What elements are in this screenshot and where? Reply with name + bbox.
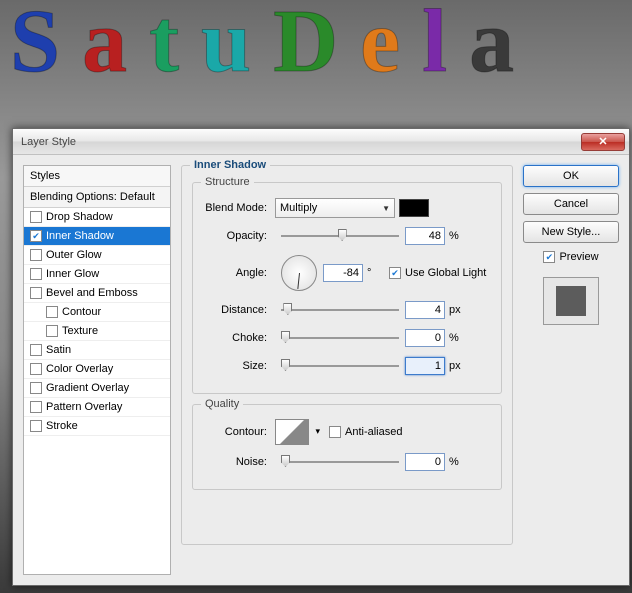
size-input[interactable] [405,357,445,375]
distance-slider[interactable] [275,300,405,320]
global-light-label: Use Global Light [405,267,486,279]
distance-label: Distance: [203,304,275,316]
shadow-color-swatch[interactable] [399,199,429,217]
angle-input[interactable] [323,264,363,282]
style-item-texture[interactable]: Texture [24,322,170,341]
angle-label: Angle: [203,267,275,279]
styles-list: Styles Blending Options: Default Drop Sh… [23,165,171,575]
settings-panel: Inner Shadow Structure Blend Mode: Multi… [181,165,513,575]
bg-letter: e [360,0,400,93]
style-label: Drop Shadow [46,211,113,223]
style-item-inner-shadow[interactable]: ✔ Inner Shadow [24,227,170,246]
anti-aliased-label: Anti-aliased [345,426,402,438]
style-checkbox[interactable] [30,344,42,356]
style-label: Pattern Overlay [46,401,122,413]
bg-letter: l [422,0,447,93]
style-checkbox[interactable] [30,382,42,394]
style-checkbox[interactable]: ✔ [30,230,42,242]
blending-options-header[interactable]: Blending Options: Default [24,187,170,208]
style-checkbox[interactable] [46,306,58,318]
cancel-button[interactable]: Cancel [523,193,619,215]
style-label: Outer Glow [46,249,102,261]
style-label: Gradient Overlay [46,382,129,394]
structure-title: Structure [201,176,254,188]
style-checkbox[interactable] [30,211,42,223]
style-checkbox[interactable] [30,420,42,432]
style-item-contour[interactable]: Contour [24,303,170,322]
style-label: Inner Glow [46,268,99,280]
background-3d-text: SatuDela [0,0,632,93]
style-checkbox[interactable] [46,325,58,337]
preview-swatch [543,277,599,325]
distance-input[interactable] [405,301,445,319]
bg-letter: S [10,0,60,93]
bg-letter: a [469,0,514,93]
style-checkbox[interactable] [30,401,42,413]
size-slider[interactable] [275,356,405,376]
style-label: Color Overlay [46,363,113,375]
style-item-stroke[interactable]: Stroke [24,417,170,436]
contour-label: Contour: [203,426,275,438]
global-light-checkbox[interactable]: ✔ [389,267,401,279]
blend-mode-label: Blend Mode: [203,202,275,214]
style-item-bevel-and-emboss[interactable]: Bevel and Emboss [24,284,170,303]
style-item-satin[interactable]: Satin [24,341,170,360]
titlebar[interactable]: Layer Style ✕ [13,129,629,155]
new-style-button[interactable]: New Style... [523,221,619,243]
preview-checkbox[interactable]: ✔ [543,251,555,263]
style-item-gradient-overlay[interactable]: Gradient Overlay [24,379,170,398]
style-item-inner-glow[interactable]: Inner Glow [24,265,170,284]
choke-input[interactable] [405,329,445,347]
angle-dial[interactable] [281,255,317,291]
close-button[interactable]: ✕ [581,133,625,151]
bg-letter: u [201,0,251,93]
dialog-buttons: OK Cancel New Style... ✔ Preview [523,165,619,575]
dialog-title: Layer Style [21,136,581,148]
style-checkbox[interactable] [30,363,42,375]
noise-slider[interactable] [275,452,405,472]
noise-input[interactable] [405,453,445,471]
opacity-label: Opacity: [203,230,275,242]
blend-mode-select[interactable]: Multiply [275,198,395,218]
panel-title: Inner Shadow [190,159,270,171]
anti-aliased-checkbox[interactable] [329,426,341,438]
choke-label: Choke: [203,332,275,344]
style-checkbox[interactable] [30,268,42,280]
style-item-outer-glow[interactable]: Outer Glow [24,246,170,265]
style-checkbox[interactable] [30,287,42,299]
contour-picker[interactable] [275,419,309,445]
style-label: Texture [62,325,98,337]
styles-header[interactable]: Styles [24,166,170,187]
style-checkbox[interactable] [30,249,42,261]
close-icon: ✕ [598,135,607,148]
layer-style-dialog: Layer Style ✕ Styles Blending Options: D… [12,128,630,586]
style-label: Satin [46,344,71,356]
style-label: Contour [62,306,101,318]
bg-letter: a [82,0,127,93]
style-label: Bevel and Emboss [46,287,138,299]
style-item-drop-shadow[interactable]: Drop Shadow [24,208,170,227]
size-label: Size: [203,360,275,372]
style-item-color-overlay[interactable]: Color Overlay [24,360,170,379]
style-label: Inner Shadow [46,230,114,242]
choke-slider[interactable] [275,328,405,348]
noise-label: Noise: [203,456,275,468]
bg-letter: D [273,0,338,93]
preview-label: Preview [559,251,598,263]
opacity-input[interactable] [405,227,445,245]
style-item-pattern-overlay[interactable]: Pattern Overlay [24,398,170,417]
quality-title: Quality [201,398,243,410]
opacity-slider[interactable] [275,226,405,246]
style-label: Stroke [46,420,78,432]
bg-letter: t [149,0,179,93]
ok-button[interactable]: OK [523,165,619,187]
